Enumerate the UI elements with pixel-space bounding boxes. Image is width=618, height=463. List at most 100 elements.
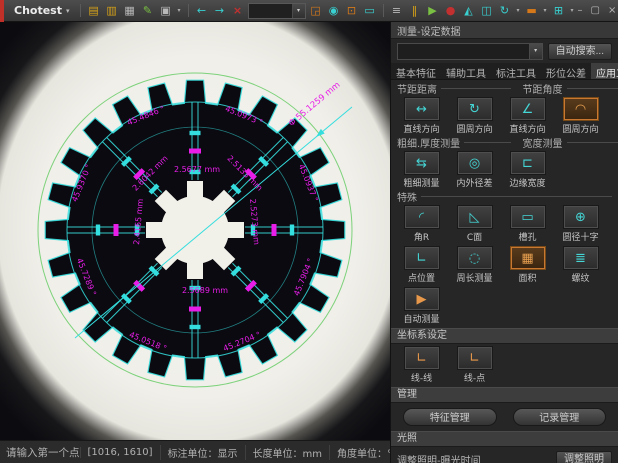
toolbar-combobox[interactable]: ▾	[248, 3, 306, 19]
app-window: Chotest ▾ ▤ ▥ ▦ ✎ ▣ ▾ ← → × ▾ ◲ ◉ ⊡ ▭ ≡ …	[0, 0, 618, 463]
layers-icon[interactable]: ▬	[524, 3, 540, 19]
chevron-down-icon[interactable]: ▾	[292, 4, 305, 18]
status-message: 请输入第一个点	[0, 445, 80, 460]
tab-annotation-tools[interactable]: 标注工具	[491, 63, 541, 79]
tool-perimeter[interactable]: ◌ 周长测量	[448, 246, 501, 284]
measurement-view[interactable]: 45.4846 °45.0973 °45.9370 °45.0937 °45.7…	[0, 22, 390, 440]
screen-icon[interactable]: ⊞	[551, 3, 567, 19]
axis-icon: ∟	[404, 346, 440, 370]
record-manage-button[interactable]: 记录管理	[513, 408, 607, 426]
layers-menu-caret-icon[interactable]: ▾	[542, 7, 549, 14]
axis-icon: ∟	[457, 346, 493, 370]
play-icon[interactable]: ▶	[425, 3, 441, 19]
save-project-icon[interactable]: ▥	[104, 3, 120, 19]
concentric-circles-icon: ◎	[457, 151, 493, 175]
edit-icon[interactable]: ✎	[140, 3, 156, 19]
chevron-down-icon[interactable]: ▾	[529, 44, 542, 59]
tab-basic-features[interactable]: 基本特征	[391, 63, 441, 79]
toolbar-separator	[188, 4, 189, 17]
list-icon[interactable]: ≡	[389, 3, 405, 19]
thickness-icon: ⇆	[404, 151, 440, 175]
tab-form-tolerance[interactable]: 形位公差	[541, 63, 591, 79]
tool-thickness-measure[interactable]: ⇆ 粗细测量	[395, 151, 448, 189]
open-icon[interactable]: ▤	[86, 3, 102, 19]
tool-pitch-distance-circular[interactable]: ↻ 圆周方向	[448, 97, 501, 135]
tool-thread[interactable]: ≣ 螺纹	[554, 246, 607, 284]
maximize-button[interactable]: ▢	[591, 5, 600, 16]
perimeter-icon: ◌	[457, 246, 493, 270]
ruler-icon[interactable]: ‖	[407, 3, 423, 19]
section-thickness: 粗细.厚度测量	[397, 135, 460, 150]
point-position-icon: ∟	[404, 246, 440, 270]
tool-c-face[interactable]: ◺ C面	[448, 205, 501, 243]
camera-viewport[interactable]: 45.4846 °45.0973 °45.9370 °45.0937 °45.7…	[0, 22, 390, 440]
app-menu-button[interactable]: Chotest ▾	[9, 4, 75, 17]
chamfer-icon: ◺	[457, 205, 493, 229]
tool-inner-outer-diameter[interactable]: ◎ 内外径差	[448, 151, 501, 189]
tool-pitch-angle-circular[interactable]: ◠ 圆周方向	[554, 97, 607, 135]
area-icon: ▦	[510, 246, 546, 270]
minimize-button[interactable]: –	[578, 5, 583, 16]
tool-coord-line-line[interactable]: ∟ 线-线	[395, 346, 448, 384]
light-exposure-label: 调整照明-曝光时间	[397, 452, 552, 463]
brand-accent-strip	[0, 0, 4, 22]
section-light: 光照	[391, 431, 618, 447]
measurement-panel: 测量-设定数据 ▾ 自动搜索... 基本特征 辅助工具 标注工具 形位公差 应用…	[390, 22, 618, 463]
rotate-menu-caret-icon[interactable]: ▾	[515, 7, 522, 14]
circular-direction-icon: ◠	[563, 97, 599, 121]
section-pitch-distance: 节距距离	[397, 81, 437, 96]
tool-slot-hole[interactable]: ▭ 槽孔	[501, 205, 554, 243]
tool-edge-width[interactable]: ⊏ 边缘宽度	[501, 151, 554, 189]
film-icon[interactable]: ▦	[122, 3, 138, 19]
magnifier-icon[interactable]: ◉	[326, 3, 342, 19]
rotate-icon[interactable]: ↻	[497, 3, 513, 19]
tab-application-tools[interactable]: 应用工具	[591, 63, 618, 79]
line-direction-icon: ∠	[510, 97, 546, 121]
tool-point-position[interactable]: ∟ 点位置	[395, 246, 448, 284]
measure-icon[interactable]: ◭	[461, 3, 477, 19]
tool-auto-measure[interactable]: ▶ 自动测量	[395, 287, 448, 325]
viewport-column: 45.4846 °45.0973 °45.9370 °45.0937 °45.7…	[0, 22, 390, 463]
corner-radius-icon: ◜	[404, 205, 440, 229]
section-pitch-angle: 节距角度	[523, 81, 563, 96]
cursor-coordinates: [1016, 1610]	[80, 447, 160, 458]
back-icon[interactable]: ←	[194, 3, 210, 19]
feature-manage-button[interactable]: 特征管理	[403, 408, 497, 426]
tab-auxiliary-tools[interactable]: 辅助工具	[441, 63, 491, 79]
window-controls: – ▢ ×	[578, 5, 618, 16]
tool-coord-line-point[interactable]: ∟ 线-点	[448, 346, 501, 384]
record-icon[interactable]: ●	[443, 3, 459, 19]
crosshair-icon: ⊕	[563, 205, 599, 229]
compare-icon[interactable]: ◫	[479, 3, 495, 19]
tool-area[interactable]: ▦ 面积	[501, 246, 554, 284]
tool-circle-cross[interactable]: ⊕ 圆径十字	[554, 205, 607, 243]
feature-combobox[interactable]: ▾	[397, 43, 543, 60]
tool-pitch-distance-line[interactable]: ↔ 直线方向	[395, 97, 448, 135]
adjust-light-button[interactable]: 调整照明	[556, 451, 612, 463]
image-zoom-icon[interactable]: ◲	[308, 3, 324, 19]
toolbar-separator	[383, 4, 384, 17]
screen-menu-caret-icon[interactable]: ▾	[569, 7, 576, 14]
auto-search-button[interactable]: 自动搜索...	[548, 43, 612, 60]
panel-title: 测量-设定数据	[391, 22, 618, 39]
thread-icon: ≣	[563, 246, 599, 270]
delete-icon[interactable]: ×	[230, 3, 246, 19]
save-menu-caret-icon[interactable]: ▾	[176, 7, 183, 14]
forward-icon[interactable]: →	[212, 3, 228, 19]
measurement-label: 2.5689 mm	[182, 286, 228, 295]
circular-direction-icon: ↻	[457, 97, 493, 121]
measurement-label: 2.5677 mm	[174, 165, 220, 174]
close-button[interactable]: ×	[608, 5, 616, 16]
section-special: 特殊	[397, 189, 417, 204]
chevron-down-icon: ▾	[66, 7, 70, 15]
titlebar: Chotest ▾ ▤ ▥ ▦ ✎ ▣ ▾ ← → × ▾ ◲ ◉ ⊡ ▭ ≡ …	[0, 0, 618, 22]
auto-measure-icon: ▶	[404, 287, 440, 311]
save-icon[interactable]: ▣	[158, 3, 174, 19]
status-bar: 请输入第一个点 [1016, 1610] 标注单位：显示 长度单位：mm 角度单…	[0, 440, 390, 463]
tool-pitch-angle-line[interactable]: ∠ 直线方向	[501, 97, 554, 135]
crop-icon[interactable]: ⊡	[344, 3, 360, 19]
section-manage: 管理	[391, 387, 618, 403]
edge-width-icon: ⊏	[510, 151, 546, 175]
tool-corner-r[interactable]: ◜ 角R	[395, 205, 448, 243]
display-icon[interactable]: ▭	[362, 3, 378, 19]
